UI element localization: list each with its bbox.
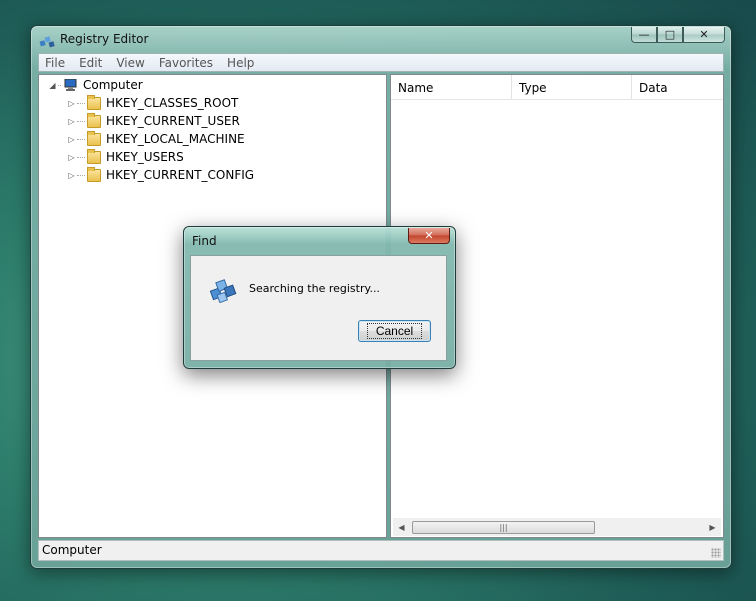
tree-item-label: HKEY_CURRENT_CONFIG [106, 168, 255, 182]
expand-arrow-icon[interactable]: ▷ [68, 135, 75, 144]
find-dialog: Find ✕ Searching the registry... Cancel [183, 226, 456, 369]
dialog-body: Searching the registry... Cancel [190, 255, 447, 361]
scroll-thumb[interactable]: ||| [412, 521, 595, 534]
tree-item-label: HKEY_LOCAL_MACHINE [106, 132, 245, 146]
registry-search-icon [209, 279, 237, 303]
menu-bar: File Edit View Favorites Help [38, 53, 724, 72]
list-header: Name Type Data [391, 75, 723, 100]
tree-item-hkey-current-user[interactable]: ▷ HKEY_CURRENT_USER [68, 112, 240, 130]
close-icon: ✕ [699, 28, 709, 41]
status-text: Computer [42, 543, 102, 557]
tree-item-hkey-users[interactable]: ▷ HKEY_USERS [68, 148, 184, 166]
tree-item-label: HKEY_CURRENT_USER [106, 114, 240, 128]
dialog-close-button[interactable]: ✕ [408, 228, 450, 244]
menu-favorites[interactable]: Favorites [152, 56, 220, 70]
dialog-title: Find [192, 234, 217, 248]
menu-file[interactable]: File [39, 56, 72, 70]
expand-arrow-icon[interactable]: ▷ [68, 171, 75, 180]
folder-icon [87, 112, 101, 128]
tree-item-hkey-classes-root[interactable]: ▷ HKEY_CLASSES_ROOT [68, 94, 238, 112]
maximize-icon: □ [664, 28, 676, 41]
tree-item-label: HKEY_USERS [106, 150, 184, 164]
folder-icon [87, 166, 101, 182]
menu-view[interactable]: View [109, 56, 151, 70]
registry-editor-icon [39, 36, 55, 48]
column-header-data[interactable]: Data [632, 75, 723, 99]
column-header-name[interactable]: Name [391, 75, 512, 99]
caption-buttons: — □ ✕ [631, 27, 725, 43]
expand-arrow-icon[interactable]: ▷ [68, 117, 75, 126]
tree-item-hkey-current-config[interactable]: ▷ HKEY_CURRENT_CONFIG [68, 166, 254, 184]
close-icon: ✕ [424, 229, 434, 242]
tree-item-hkey-local-machine[interactable]: ▷ HKEY_LOCAL_MACHINE [68, 130, 245, 148]
grip-icon: ||| [499, 523, 508, 532]
cancel-button[interactable]: Cancel [358, 320, 431, 342]
scroll-right-icon[interactable]: ▶ [704, 519, 721, 536]
folder-icon [87, 94, 101, 110]
resize-grip-icon[interactable] [711, 548, 721, 558]
cancel-button-label: Cancel [366, 323, 423, 339]
expand-arrow-icon[interactable]: ▷ [68, 153, 75, 162]
status-bar: Computer [38, 540, 724, 561]
folder-icon [87, 148, 101, 164]
collapse-arrow-icon[interactable]: ◢ [49, 81, 56, 90]
folder-icon [87, 130, 101, 146]
horizontal-scrollbar[interactable]: ◀ ||| ▶ [393, 518, 721, 536]
scroll-left-icon[interactable]: ◀ [393, 519, 410, 536]
minimize-button[interactable]: — [631, 27, 657, 43]
menu-edit[interactable]: Edit [72, 56, 109, 70]
tree-item-label: Computer [83, 78, 143, 92]
maximize-button[interactable]: □ [657, 27, 683, 43]
dialog-message: Searching the registry... [249, 282, 380, 295]
window-title: Registry Editor [60, 32, 149, 46]
minimize-icon: — [638, 28, 650, 41]
column-header-type[interactable]: Type [512, 75, 632, 99]
tree-item-computer[interactable]: ◢ Computer [49, 76, 143, 94]
computer-icon [64, 79, 77, 91]
expand-arrow-icon[interactable]: ▷ [68, 99, 75, 108]
menu-help[interactable]: Help [220, 56, 261, 70]
tree-item-label: HKEY_CLASSES_ROOT [106, 96, 239, 110]
close-button[interactable]: ✕ [683, 27, 725, 43]
